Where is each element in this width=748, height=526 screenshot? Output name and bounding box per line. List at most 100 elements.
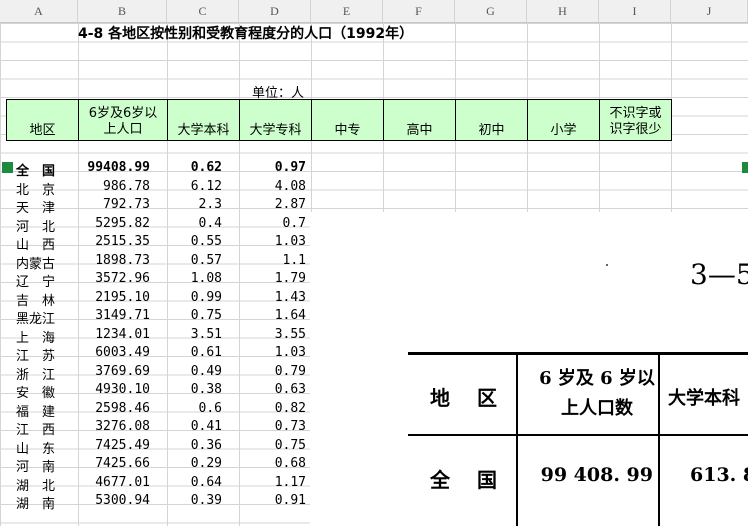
univ-cell[interactable]: 0.64 [162,475,222,490]
region-cell[interactable]: 吉 林 [16,290,66,309]
junior-cell[interactable]: 1.79 [246,271,306,286]
junior-cell[interactable]: 1.17 [246,475,306,490]
region-cell[interactable]: 内蒙古 [16,253,66,272]
table-row[interactable]: 辽 宁 3572.96 1.08 1.79 [0,271,310,290]
population-cell[interactable]: 6003.49 [70,345,150,360]
region-cell[interactable]: 黑龙江 [16,308,66,327]
table-row[interactable]: 湖 北 4677.01 0.64 1.17 [0,475,310,494]
table-row[interactable]: 上 海 1234.01 3.51 3.55 [0,327,310,346]
table-row[interactable]: 黑龙江 3149.71 0.75 1.64 [0,308,310,327]
univ-cell[interactable]: 1.08 [162,271,222,286]
population-cell[interactable]: 99408.99 [70,160,150,175]
header-primary[interactable]: 小学 [527,99,600,141]
population-cell[interactable]: 3769.69 [70,364,150,379]
univ-cell[interactable]: 0.36 [162,438,222,453]
population-cell[interactable]: 1898.73 [70,253,150,268]
univ-cell[interactable]: 0.6 [162,401,222,416]
population-cell[interactable]: 3149.71 [70,308,150,323]
population-cell[interactable]: 792.73 [70,197,150,212]
univ-cell[interactable]: 0.41 [162,419,222,434]
univ-cell[interactable]: 0.49 [162,364,222,379]
population-cell[interactable]: 2195.10 [70,290,150,305]
population-cell[interactable]: 1234.01 [70,327,150,342]
column-header-c[interactable]: C [167,0,239,22]
population-cell[interactable]: 5300.94 [70,493,150,508]
header-region[interactable]: 地区 [6,99,79,141]
selection-handle[interactable] [742,162,748,173]
region-cell[interactable]: 河 北 [16,216,66,235]
table-row[interactable]: 山 东 7425.49 0.36 0.75 [0,438,310,457]
junior-cell[interactable]: 0.73 [246,419,306,434]
table-row[interactable]: 北 京 986.78 6.12 4.08 [0,179,310,198]
table-row[interactable]: 河 南 7425.66 0.29 0.68 [0,456,310,475]
junior-cell[interactable]: 0.75 [246,438,306,453]
univ-cell[interactable]: 0.4 [162,216,222,231]
univ-cell[interactable]: 0.29 [162,456,222,471]
region-cell[interactable]: 江 苏 [16,345,66,364]
region-cell[interactable]: 福 建 [16,401,66,420]
junior-cell[interactable]: 1.43 [246,290,306,305]
table-row[interactable]: 江 西 3276.08 0.41 0.73 [0,419,310,438]
junior-cell[interactable]: 2.87 [246,197,306,212]
column-header-f[interactable]: F [383,0,455,22]
column-header-h[interactable]: H [527,0,599,22]
junior-cell[interactable]: 1.1 [246,253,306,268]
univ-cell[interactable]: 0.57 [162,253,222,268]
population-cell[interactable]: 7425.66 [70,456,150,471]
region-cell[interactable]: 天 津 [16,197,66,216]
header-high[interactable]: 高中 [383,99,456,141]
junior-cell[interactable]: 4.08 [246,179,306,194]
junior-cell[interactable]: 0.79 [246,364,306,379]
column-header-d[interactable]: D [239,0,311,22]
region-cell[interactable]: 上 海 [16,327,66,346]
region-cell[interactable]: 山 东 [16,438,66,457]
junior-cell[interactable]: 0.91 [246,493,306,508]
population-cell[interactable]: 3276.08 [70,419,150,434]
table-row[interactable]: 天 津 792.73 2.3 2.87 [0,197,310,216]
junior-cell[interactable]: 1.64 [246,308,306,323]
population-cell[interactable]: 4677.01 [70,475,150,490]
univ-cell[interactable]: 2.3 [162,197,222,212]
column-header-e[interactable]: E [311,0,383,22]
table-row[interactable]: 湖 南 5300.94 0.39 0.91 [0,493,310,512]
table-row[interactable]: 江 苏 6003.49 0.61 1.03 [0,345,310,364]
table-row[interactable]: 内蒙古 1898.73 0.57 1.1 [0,253,310,272]
univ-cell[interactable]: 0.39 [162,493,222,508]
region-cell[interactable]: 浙 江 [16,364,66,383]
table-row[interactable]: 安 徽 4930.10 0.38 0.63 [0,382,310,401]
population-cell[interactable]: 3572.96 [70,271,150,286]
region-cell[interactable]: 山 西 [16,234,66,253]
region-cell[interactable]: 北 京 [16,179,66,198]
region-cell[interactable]: 安 徽 [16,382,66,401]
junior-cell[interactable]: 0.7 [246,216,306,231]
univ-cell[interactable]: 0.99 [162,290,222,305]
header-junior[interactable]: 大学专科 [239,99,312,141]
univ-cell[interactable]: 0.38 [162,382,222,397]
header-pop[interactable]: 6岁及6岁以上人口 [78,99,168,141]
junior-cell[interactable]: 0.82 [246,401,306,416]
header-middle[interactable]: 初中 [455,99,528,141]
table-row[interactable]: 福 建 2598.46 0.6 0.82 [0,401,310,420]
header-illiterate[interactable]: 不识字或识字很少 [599,99,672,141]
column-header-a[interactable]: A [0,0,78,22]
region-cell[interactable]: 湖 北 [16,475,66,494]
header-zhongzhuan[interactable]: 中专 [311,99,384,141]
univ-cell[interactable]: 0.75 [162,308,222,323]
junior-cell[interactable]: 0.63 [246,382,306,397]
population-cell[interactable]: 4930.10 [70,382,150,397]
table-row[interactable]: 吉 林 2195.10 0.99 1.43 [0,290,310,309]
univ-cell[interactable]: 0.55 [162,234,222,249]
junior-cell[interactable]: 3.55 [246,327,306,342]
table-row[interactable]: 河 北 5295.82 0.4 0.7 [0,216,310,235]
column-header-j[interactable]: J [671,0,748,22]
junior-cell[interactable]: 1.03 [246,345,306,360]
junior-cell[interactable]: 0.68 [246,456,306,471]
univ-cell[interactable]: 3.51 [162,327,222,342]
table-row[interactable]: 山 西 2515.35 0.55 1.03 [0,234,310,253]
table-row[interactable]: 浙 江 3769.69 0.49 0.79 [0,364,310,383]
region-cell[interactable]: 辽 宁 [16,271,66,290]
univ-cell[interactable]: 0.62 [162,160,222,175]
population-cell[interactable]: 986.78 [70,179,150,194]
junior-cell[interactable]: 1.03 [246,234,306,249]
region-cell[interactable]: 河 南 [16,456,66,475]
